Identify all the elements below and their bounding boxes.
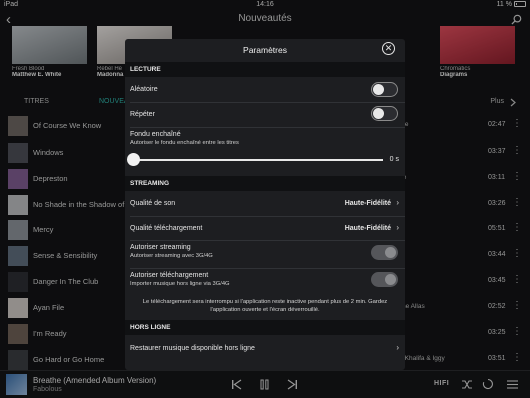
section-lecture: LECTURE bbox=[125, 62, 405, 77]
setting-label: Répéter bbox=[130, 111, 155, 118]
setting-label: Qualité de son bbox=[130, 200, 176, 207]
settings-dialog: Paramètres ✕ LECTURE Aléatoire Répéter F… bbox=[125, 39, 405, 370]
close-icon[interactable]: ✕ bbox=[382, 42, 395, 55]
setting-description: Autoriser streaming avec 3G/4G bbox=[130, 253, 213, 259]
setting-label: Autoriser téléchargement bbox=[130, 272, 209, 279]
chevron-right-icon: › bbox=[396, 343, 399, 352]
dialog-title: Paramètres bbox=[243, 45, 287, 55]
slider-thumb[interactable] bbox=[127, 153, 140, 166]
crossfade-slider[interactable] bbox=[127, 153, 383, 166]
download-toggle[interactable] bbox=[371, 272, 398, 287]
streaming-toggle[interactable] bbox=[371, 245, 398, 260]
setting-repeat: Répéter bbox=[125, 103, 405, 128]
setting-allow-streaming: Autoriser streaming Autoriser streaming … bbox=[125, 241, 405, 269]
setting-label: Qualité téléchargement bbox=[130, 225, 203, 232]
setting-value: Haute-Fidélité bbox=[344, 225, 391, 232]
setting-description: Importer musique hors ligne via 3G/4G bbox=[130, 281, 230, 287]
section-offline: HORS LIGNE bbox=[125, 320, 405, 335]
setting-restore-offline[interactable]: Restaurer musique disponible hors ligne … bbox=[125, 335, 405, 360]
setting-label: Restaurer musique disponible hors ligne bbox=[130, 345, 255, 352]
download-note: Le téléchargement sera interrompu si l'a… bbox=[142, 299, 388, 313]
chevron-right-icon: › bbox=[396, 198, 399, 207]
repeat-toggle[interactable] bbox=[371, 106, 398, 121]
setting-label: Autoriser streaming bbox=[130, 244, 191, 251]
setting-label: Aléatoire bbox=[130, 86, 158, 93]
chevron-right-icon: › bbox=[396, 223, 399, 232]
crossfade-value: 0 s bbox=[389, 156, 399, 163]
section-streaming: STREAMING bbox=[125, 176, 405, 191]
setting-shuffle: Aléatoire bbox=[125, 77, 405, 102]
setting-sound-quality[interactable]: Qualité de son Haute-Fidélité › bbox=[125, 191, 405, 216]
setting-allow-download: Autoriser téléchargement Importer musiqu… bbox=[125, 269, 405, 297]
setting-value: Haute-Fidélité bbox=[344, 200, 391, 207]
shuffle-toggle[interactable] bbox=[371, 82, 398, 97]
setting-description: Autoriser le fondu enchaîné entre les ti… bbox=[130, 140, 239, 146]
setting-download-quality[interactable]: Qualité téléchargement Haute-Fidélité › bbox=[125, 217, 405, 242]
setting-crossfade: Fondu enchaîné Autoriser le fondu enchaî… bbox=[125, 128, 405, 173]
setting-label: Fondu enchaîné bbox=[130, 131, 181, 138]
